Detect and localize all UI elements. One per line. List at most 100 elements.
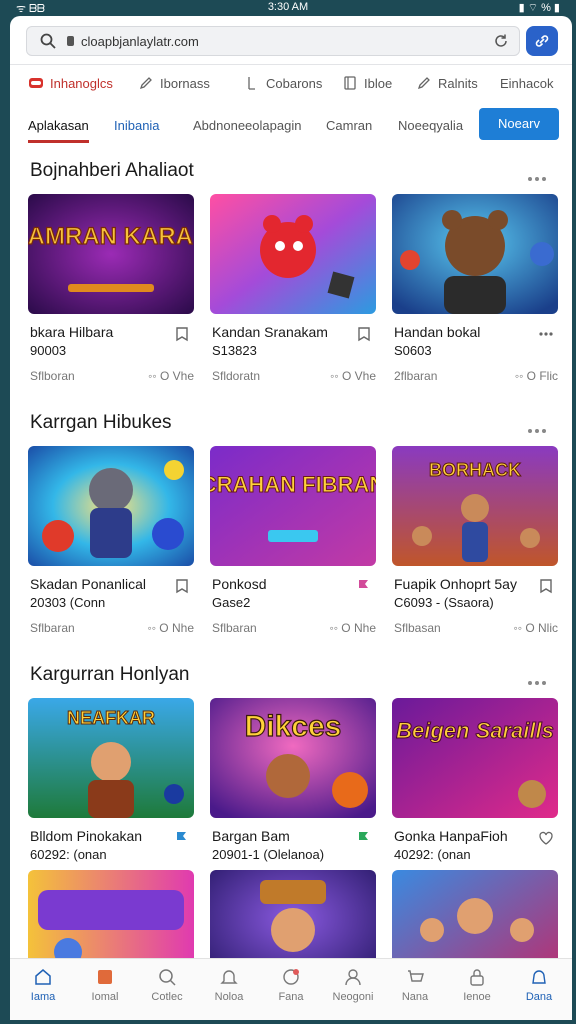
nav-controller[interactable]: Fana bbox=[262, 967, 320, 1003]
card-title: Ponkosd bbox=[212, 576, 267, 592]
card-meta: 2flbaran bbox=[394, 369, 438, 383]
section-title-3: Kargurran Honlyan bbox=[30, 664, 190, 685]
category-item-3[interactable]: Cobarons bbox=[244, 76, 322, 91]
nav-profile[interactable]: Dana bbox=[510, 967, 568, 1003]
bookmark-icon bbox=[248, 77, 255, 90]
card-meta: Sflbasan bbox=[394, 621, 441, 635]
card-title: Fuapik Onhoprt 5ay bbox=[394, 576, 517, 592]
tab-3[interactable]: Abdnoneeolapagin bbox=[193, 118, 301, 133]
gamepad-icon bbox=[29, 78, 43, 88]
extension-button[interactable] bbox=[526, 26, 558, 56]
search-icon bbox=[159, 969, 176, 986]
cart-icon bbox=[408, 970, 424, 982]
more-icon[interactable] bbox=[528, 168, 552, 181]
url-text[interactable]: cloapbjanlaylatr.com bbox=[81, 34, 199, 49]
nav-lock[interactable]: Ienoe bbox=[448, 967, 506, 1003]
heart-icon[interactable] bbox=[538, 830, 554, 846]
status-right: ▮ ⌔ % ▮ bbox=[518, 2, 560, 14]
more-icon[interactable] bbox=[538, 326, 554, 342]
status-time: 3:30 AM bbox=[267, 1, 309, 13]
browser-page: cloapbjanlaylatr.com Inhanoglcs Ibornass… bbox=[10, 16, 572, 1020]
tab-action-button[interactable]: Noearv bbox=[479, 108, 559, 140]
card-subtitle: 90003 bbox=[30, 343, 67, 358]
pen-icon bbox=[139, 77, 152, 90]
card-subtitle: 20901-1 (Olelanoa) bbox=[212, 847, 325, 862]
reload-icon[interactable] bbox=[493, 33, 509, 49]
game-thumbnail: CRAHAN FIBRAN bbox=[210, 446, 376, 566]
pen-icon bbox=[417, 77, 430, 90]
bottom-nav: Iama Iomal Cotlec Noloa Fana Neogoni Nan… bbox=[10, 958, 572, 1020]
bookmark-icon[interactable] bbox=[174, 578, 190, 594]
tab-2[interactable]: Inibania bbox=[114, 118, 160, 133]
card-subtitle: 60292: (onan bbox=[30, 847, 107, 862]
bookmark-icon[interactable] bbox=[538, 578, 554, 594]
category-item-6[interactable]: Einhacok bbox=[500, 76, 553, 91]
tab-4[interactable]: Camran bbox=[326, 118, 372, 133]
card-subtitle: S0603 bbox=[394, 343, 432, 358]
nav-user[interactable]: Neogoni bbox=[324, 967, 382, 1003]
tab-5[interactable]: Noeeqyalia bbox=[398, 118, 463, 133]
card-subtitle: C6093 - (Ssaora) bbox=[394, 595, 494, 610]
thumb-text: Beigen Saraills bbox=[396, 718, 554, 743]
section-title-2: Karrgan Hibukes bbox=[30, 412, 172, 433]
card-meta: Sflbaran bbox=[212, 621, 257, 635]
more-icon[interactable] bbox=[528, 672, 552, 685]
book-icon bbox=[344, 76, 356, 90]
nav-home[interactable]: Iama bbox=[14, 967, 72, 1003]
nav-cart[interactable]: Nana bbox=[386, 967, 444, 1003]
game-thumbnail: Beigen Saraills bbox=[392, 698, 558, 818]
card-stat: ◦◦ O Nhe bbox=[329, 621, 376, 635]
card-subtitle: S13823 bbox=[212, 343, 257, 358]
category-item-5[interactable]: Ralnits bbox=[416, 76, 478, 91]
thumb-text: Dikces bbox=[245, 710, 342, 743]
flag-icon[interactable] bbox=[174, 830, 190, 846]
game-thumbnail bbox=[392, 194, 558, 314]
game-thumbnail bbox=[210, 194, 376, 314]
thumb-text: CRAHAN FIBRAN bbox=[210, 472, 376, 497]
card-stat: ◦◦ O Vhe bbox=[330, 369, 376, 383]
card-title: Skadan Ponanlical bbox=[30, 576, 146, 592]
nav-search[interactable]: Cotlec bbox=[138, 967, 196, 1003]
game-thumbnail bbox=[28, 446, 194, 566]
address-bar[interactable]: cloapbjanlaylatr.com bbox=[26, 26, 520, 56]
card-subtitle: 40292: (onan bbox=[394, 847, 471, 862]
nav-bell[interactable]: Noloa bbox=[200, 967, 258, 1003]
bell-icon bbox=[220, 970, 238, 984]
profile-icon bbox=[532, 970, 546, 984]
thumb-text: NEAFKAR bbox=[67, 708, 155, 728]
category-item-1[interactable]: Inhanoglcs bbox=[28, 76, 113, 91]
category-item-2[interactable]: Ibornass bbox=[138, 76, 210, 91]
card-stat: ◦◦ O Vhe bbox=[148, 369, 194, 383]
store-icon bbox=[98, 970, 112, 984]
card-title: Gonka HanpaFioh bbox=[394, 828, 508, 844]
game-thumbnail: SAMRAN KARAN bbox=[28, 194, 194, 314]
game-thumbnail: Dikces bbox=[210, 698, 376, 818]
bookmark-icon[interactable] bbox=[356, 326, 372, 342]
category-item-4[interactable]: Ibloe bbox=[342, 76, 392, 91]
card-title: Blldom Pinokakan bbox=[30, 828, 143, 844]
card-subtitle: Gase2 bbox=[212, 595, 251, 610]
card-meta: Sflboran bbox=[30, 369, 75, 383]
more-icon[interactable] bbox=[528, 420, 552, 433]
section-title-1: Bojnahberi Ahaliaot bbox=[30, 160, 194, 181]
card-title: bkara Hilbara bbox=[30, 324, 114, 340]
tab-1[interactable]: Aplakasan bbox=[28, 118, 89, 143]
card-meta: Sfldoratn bbox=[212, 369, 261, 383]
category-row: Inhanoglcs Ibornass Cobarons Ibloe Ralni… bbox=[10, 72, 572, 96]
search-icon bbox=[40, 33, 56, 49]
game-thumbnail: NEAFKAR bbox=[28, 698, 194, 818]
status-bar: ᯤ ᗷᗷ 3:30 AM ▮ ⌔ % ▮ bbox=[0, 0, 576, 16]
flag-icon[interactable] bbox=[356, 578, 372, 594]
card-stat: ◦◦ O Nhe bbox=[147, 621, 194, 635]
thumb-text: SAMRAN KARAN bbox=[28, 223, 194, 250]
game-thumbnail: BORHACK bbox=[392, 446, 558, 566]
card-subtitle: 20303 (Conn bbox=[30, 595, 106, 610]
thumb-text: BORHACK bbox=[429, 460, 521, 480]
nav-store[interactable]: Iomal bbox=[76, 967, 134, 1003]
card-title: Kandan Sranakam bbox=[212, 324, 328, 340]
bookmark-icon[interactable] bbox=[174, 326, 190, 342]
home-icon bbox=[35, 969, 51, 985]
user-icon bbox=[345, 969, 361, 986]
lock-icon bbox=[470, 969, 484, 986]
flag-icon[interactable] bbox=[356, 830, 372, 846]
